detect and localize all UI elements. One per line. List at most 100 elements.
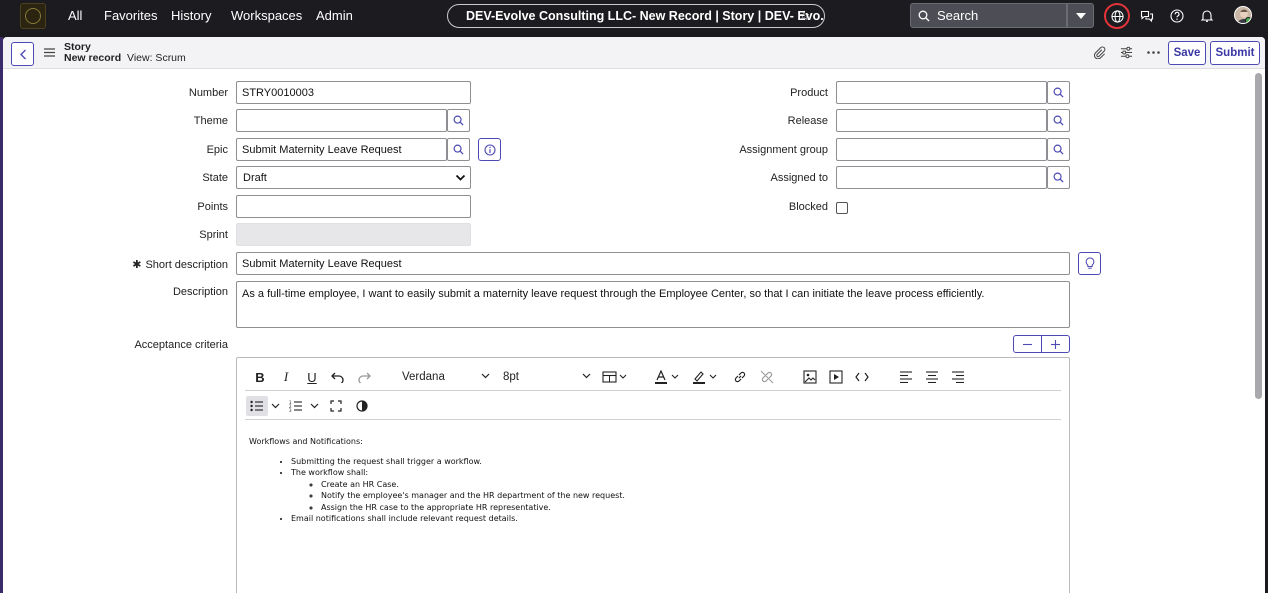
search-icon <box>1053 172 1064 183</box>
company-logo[interactable] <box>20 3 46 29</box>
undo-icon[interactable] <box>329 367 347 387</box>
globe-icon <box>1110 9 1124 23</box>
number-field[interactable]: STRY0010003 <box>236 81 471 104</box>
nav-history[interactable]: History <box>171 8 211 23</box>
list-item: Submitting the request shall trigger a w… <box>291 456 1049 468</box>
underline-icon[interactable]: U <box>303 367 321 387</box>
chevron-down-icon[interactable] <box>269 396 281 416</box>
bold-icon[interactable]: B <box>251 367 269 387</box>
redo-icon[interactable] <box>355 367 373 387</box>
highlight-color-icon[interactable] <box>691 367 721 387</box>
short-description-label: ✱ Short description <box>132 258 228 271</box>
user-avatar[interactable] <box>1234 6 1252 24</box>
unlink-icon[interactable] <box>758 367 776 387</box>
product-field[interactable] <box>836 81 1047 104</box>
align-right-icon[interactable] <box>949 367 967 387</box>
align-center-icon[interactable] <box>923 367 941 387</box>
more-options-icon[interactable] <box>1146 45 1160 59</box>
assignment-group-lookup-button[interactable] <box>1047 138 1070 161</box>
paperclip-icon[interactable] <box>1092 45 1106 59</box>
release-lookup-button[interactable] <box>1047 109 1070 132</box>
record-status: New record <box>64 52 122 64</box>
nav-workspaces[interactable]: Workspaces <box>231 8 302 23</box>
star-icon[interactable]: ☆ <box>798 8 810 24</box>
search-icon <box>1053 87 1064 98</box>
source-code-icon[interactable] <box>853 367 871 387</box>
bullet-list-icon[interactable] <box>246 396 268 416</box>
epic-preview-button[interactable] <box>478 138 501 161</box>
editor-content[interactable]: Workflows and Notifications: Submitting … <box>249 436 1049 525</box>
product-lookup-button[interactable] <box>1047 81 1070 104</box>
nav-favorites[interactable]: Favorites <box>104 8 157 23</box>
sprint-field <box>236 223 471 246</box>
search-icon <box>918 10 930 21</box>
top-navigation: All Favorites History Workspaces Admin D… <box>0 0 1268 32</box>
font-size-value: 8pt <box>503 371 519 383</box>
contrast-icon[interactable] <box>353 396 371 416</box>
nav-all[interactable]: All <box>68 8 82 23</box>
sub-list-item: Assign the HR case to the appropriate HR… <box>321 502 1049 514</box>
chevron-left-icon <box>19 49 26 59</box>
assignment-group-field[interactable] <box>836 138 1047 161</box>
font-family-select[interactable]: Verdana <box>402 367 494 387</box>
acceptance-criteria-editor[interactable]: B I U Verdana 8pt 1 2 3 Workflows and No… <box>236 357 1070 593</box>
view-label: View: Scrum <box>127 52 186 64</box>
plus-icon <box>1051 339 1060 349</box>
back-button[interactable] <box>11 42 34 66</box>
sub-list-item: Create an HR Case. <box>321 479 1049 491</box>
chat-icon[interactable] <box>1139 8 1155 24</box>
list-item: Email notifications shall include releva… <box>291 513 1049 525</box>
text-color-icon[interactable] <box>653 367 683 387</box>
theme-field[interactable] <box>236 109 447 132</box>
language-button[interactable] <box>1104 3 1130 29</box>
search-scope-dropdown[interactable] <box>1067 3 1094 28</box>
font-family-value: Verdana <box>402 371 445 383</box>
align-left-icon[interactable] <box>897 367 915 387</box>
number-label: Number <box>188 87 228 99</box>
search-label: Search <box>937 8 979 23</box>
bell-icon[interactable] <box>1199 8 1215 24</box>
shrink-button[interactable] <box>1014 336 1041 352</box>
global-search-input[interactable]: Search <box>910 3 1067 28</box>
save-button[interactable]: Save <box>1168 41 1206 65</box>
settings-sliders-icon[interactable] <box>1119 45 1133 59</box>
numbered-list-icon[interactable]: 123 <box>287 396 305 416</box>
assigned-to-lookup-button[interactable] <box>1047 166 1070 189</box>
points-field[interactable] <box>236 195 471 218</box>
search-icon <box>453 144 464 155</box>
expand-button[interactable] <box>1041 336 1069 352</box>
suggestion-button[interactable] <box>1078 252 1101 275</box>
chevron-down-icon <box>481 373 490 379</box>
video-icon[interactable] <box>827 367 845 387</box>
sprint-label: Sprint <box>199 229 228 241</box>
link-icon[interactable] <box>731 367 749 387</box>
fullscreen-icon[interactable] <box>327 396 345 416</box>
release-label: Release <box>787 115 828 127</box>
epic-lookup-button[interactable] <box>447 138 470 161</box>
required-icon: ✱ <box>132 259 142 271</box>
epic-field[interactable]: Submit Maternity Leave Request <box>236 138 447 161</box>
info-icon <box>483 143 496 156</box>
submit-button[interactable]: Submit <box>1210 41 1260 65</box>
image-icon[interactable] <box>801 367 819 387</box>
theme-lookup-button[interactable] <box>447 109 470 132</box>
record-title-pill[interactable]: DEV-Evolve Consulting LLC- New Record | … <box>447 4 825 28</box>
chevron-down-icon[interactable] <box>308 396 320 416</box>
table-icon[interactable] <box>601 367 631 387</box>
sub-list-item: Notify the employee's manager and the HR… <box>321 490 1049 502</box>
italic-icon[interactable]: I <box>277 367 295 387</box>
sub-list: Create an HR Case. Notify the employee's… <box>291 479 1049 514</box>
help-icon[interactable] <box>1169 8 1185 24</box>
description-field[interactable]: As a full-time employee, I want to easil… <box>236 281 1070 328</box>
context-menu-icon[interactable] <box>44 48 55 57</box>
nav-admin[interactable]: Admin <box>316 8 353 23</box>
release-field[interactable] <box>836 109 1047 132</box>
search-icon <box>1053 115 1064 126</box>
state-select[interactable]: Draft <box>236 166 471 189</box>
blocked-checkbox[interactable] <box>836 202 848 214</box>
assigned-to-field[interactable] <box>836 166 1047 189</box>
short-description-field[interactable]: Submit Maternity Leave Request <box>236 252 1070 275</box>
font-size-select[interactable]: 8pt <box>503 367 595 387</box>
assigned-to-label: Assigned to <box>770 172 828 184</box>
scrollbar-thumb[interactable] <box>1255 73 1262 399</box>
